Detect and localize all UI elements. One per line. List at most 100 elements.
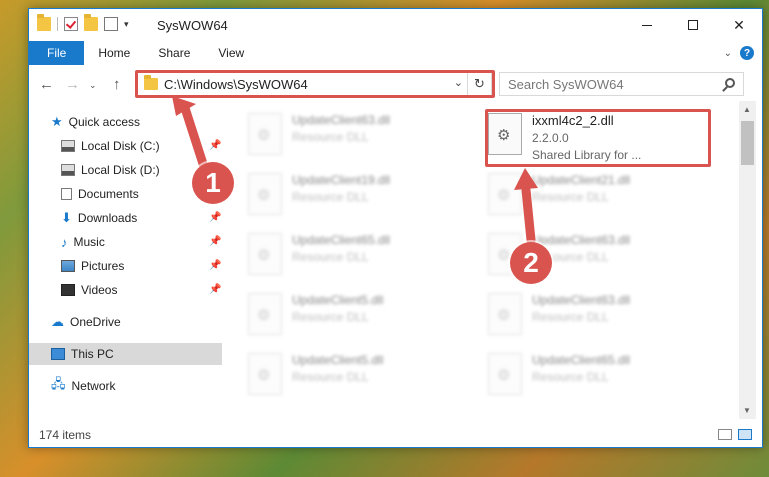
minimize-icon bbox=[642, 24, 652, 26]
close-button[interactable]: ✕ bbox=[716, 9, 762, 41]
file-list: UpdateClient63.dll Resource DLL ixxml4c2_… bbox=[222, 101, 739, 419]
sidebar-item-label: Pictures bbox=[81, 259, 125, 273]
dll-file-icon bbox=[488, 173, 522, 215]
sidebar-item-quick-access[interactable]: ★ Quick access bbox=[51, 111, 221, 133]
sidebar-item-music[interactable]: ♪ Music bbox=[61, 231, 221, 253]
customize-icon[interactable] bbox=[104, 17, 118, 31]
address-dropdown-icon[interactable]: ⌄ bbox=[454, 76, 463, 89]
search-input[interactable]: Search SysWOW64 bbox=[499, 72, 744, 96]
up-icon[interactable]: ↑ bbox=[113, 76, 121, 93]
new-folder-icon[interactable] bbox=[84, 14, 98, 31]
title-bar: ▾ SysWOW64 ✕ bbox=[29, 9, 762, 41]
navigation-bar: ← → ⌄ ↑ C:\Windows\SysWOW64 ⌄ ↻ Search S… bbox=[29, 69, 762, 99]
file-item[interactable]: UpdateClient5.dll Resource DLL bbox=[248, 353, 473, 409]
sidebar-item-label: Downloads bbox=[77, 211, 138, 225]
file-description: Resource DLL bbox=[292, 250, 369, 264]
dll-file-icon bbox=[248, 233, 282, 275]
file-name: UpdateClient65.dll bbox=[292, 233, 391, 247]
music-icon: ♪ bbox=[61, 234, 68, 250]
file-item[interactable]: UpdateClient63.dll Resource DLL bbox=[248, 113, 473, 169]
file-description: Shared Library for ... bbox=[532, 148, 642, 162]
refresh-icon[interactable]: ↻ bbox=[467, 73, 491, 95]
file-description: Resource DLL bbox=[292, 190, 369, 204]
dll-file-icon bbox=[488, 353, 522, 395]
download-icon: ⬇ bbox=[61, 210, 72, 225]
forward-icon[interactable]: → bbox=[65, 76, 80, 93]
tab-home[interactable]: Home bbox=[84, 41, 144, 65]
divider bbox=[57, 17, 58, 31]
sidebar-item-label: Quick access bbox=[68, 115, 141, 129]
disk-icon bbox=[61, 140, 75, 152]
address-bar[interactable]: C:\Windows\SysWOW64 ⌄ ↻ bbox=[137, 72, 492, 96]
scroll-thumb[interactable] bbox=[741, 121, 754, 165]
pictures-icon bbox=[61, 260, 75, 272]
star-icon: ★ bbox=[51, 114, 63, 129]
pin-icon[interactable]: 📌 bbox=[209, 284, 221, 295]
maximize-button[interactable] bbox=[670, 9, 716, 41]
window-controls: ✕ bbox=[624, 9, 762, 41]
file-name: UpdateClient21.dll bbox=[532, 173, 631, 187]
file-description: Resource DLL bbox=[292, 370, 369, 384]
file-item[interactable]: UpdateClient19.dll Resource DLL bbox=[248, 173, 473, 229]
file-item[interactable]: UpdateClient21.dll Resource DLL bbox=[488, 173, 713, 229]
sidebar-item-videos[interactable]: Videos bbox=[61, 279, 221, 301]
file-name: UpdateClient63.dll bbox=[532, 293, 631, 307]
dll-file-icon bbox=[248, 293, 282, 335]
file-description: Resource DLL bbox=[292, 130, 369, 144]
sidebar-item-label: Music bbox=[73, 235, 105, 249]
dll-file-icon bbox=[488, 293, 522, 335]
properties-check-icon[interactable] bbox=[64, 17, 78, 31]
scroll-down-icon[interactable]: ▼ bbox=[743, 406, 751, 415]
step-2-badge: 2 bbox=[510, 242, 552, 284]
search-icon[interactable] bbox=[725, 78, 735, 88]
dll-file-icon bbox=[248, 353, 282, 395]
tab-file[interactable]: File bbox=[29, 41, 85, 65]
disk-icon bbox=[61, 164, 75, 176]
tab-share[interactable]: Share bbox=[144, 41, 204, 65]
help-icon[interactable]: ? bbox=[740, 46, 754, 60]
sidebar-item-this-pc[interactable]: This PC bbox=[29, 343, 222, 365]
file-item[interactable]: UpdateClient63.dll Resource DLL bbox=[488, 293, 713, 349]
scroll-up-icon[interactable]: ▲ bbox=[743, 105, 751, 114]
minimize-button[interactable] bbox=[624, 9, 670, 41]
pin-icon[interactable]: 📌 bbox=[209, 236, 221, 247]
sidebar-item-network[interactable]: 🖧 Network bbox=[51, 375, 221, 397]
file-name: UpdateClient63.dll bbox=[532, 233, 631, 247]
vertical-scrollbar[interactable]: ▲ ▼ bbox=[739, 101, 756, 419]
explorer-window: ▾ SysWOW64 ✕ File Home Share View ⌄ ? ← … bbox=[28, 8, 763, 448]
pin-icon[interactable]: 📌 bbox=[209, 212, 221, 223]
back-icon[interactable]: ← bbox=[39, 76, 54, 93]
sidebar-item-pictures[interactable]: Pictures bbox=[61, 255, 221, 277]
sidebar-item-onedrive[interactable]: ☁ OneDrive bbox=[51, 311, 221, 333]
file-item-selected[interactable]: ixxml4c2_2.dll 2.2.0.0 Shared Library fo… bbox=[488, 113, 713, 169]
qat-dropdown-icon[interactable]: ▾ bbox=[124, 19, 129, 30]
sidebar-item-local-disk-c[interactable]: Local Disk (C:) bbox=[61, 135, 221, 157]
tab-view[interactable]: View bbox=[204, 41, 258, 65]
details-view-icon[interactable] bbox=[718, 429, 732, 440]
dll-file-icon bbox=[248, 113, 282, 155]
large-icons-view-icon[interactable] bbox=[738, 429, 752, 440]
sidebar-item-downloads[interactable]: ⬇ Downloads bbox=[61, 207, 221, 229]
file-item[interactable]: UpdateClient65.dll Resource DLL bbox=[248, 233, 473, 289]
pin-icon[interactable]: 📌 bbox=[209, 140, 221, 151]
file-name: UpdateClient19.dll bbox=[292, 173, 391, 187]
sidebar-item-label: Documents bbox=[78, 187, 139, 201]
file-item[interactable]: UpdateClient5.dll Resource DLL bbox=[248, 293, 473, 349]
file-name: UpdateClient5.dll bbox=[292, 353, 384, 367]
pin-icon[interactable]: 📌 bbox=[209, 260, 221, 271]
folder-icon bbox=[37, 14, 51, 31]
close-icon: ✕ bbox=[733, 16, 745, 33]
maximize-icon bbox=[688, 20, 698, 30]
sidebar-item-label: Local Disk (D:) bbox=[81, 163, 160, 177]
dll-file-icon bbox=[248, 173, 282, 215]
file-name: ixxml4c2_2.dll bbox=[532, 113, 614, 128]
cloud-icon: ☁ bbox=[51, 314, 64, 329]
recent-dropdown-icon[interactable]: ⌄ bbox=[89, 80, 97, 91]
sidebar-item-label: Network bbox=[71, 379, 116, 393]
file-item[interactable]: UpdateClient65.dll Resource DLL bbox=[488, 353, 713, 409]
search-placeholder: Search SysWOW64 bbox=[508, 76, 624, 92]
address-path[interactable]: C:\Windows\SysWOW64 bbox=[164, 77, 308, 92]
item-count: 174 items bbox=[39, 428, 92, 442]
documents-icon bbox=[61, 188, 72, 200]
expand-ribbon-icon[interactable]: ⌄ bbox=[724, 48, 732, 59]
